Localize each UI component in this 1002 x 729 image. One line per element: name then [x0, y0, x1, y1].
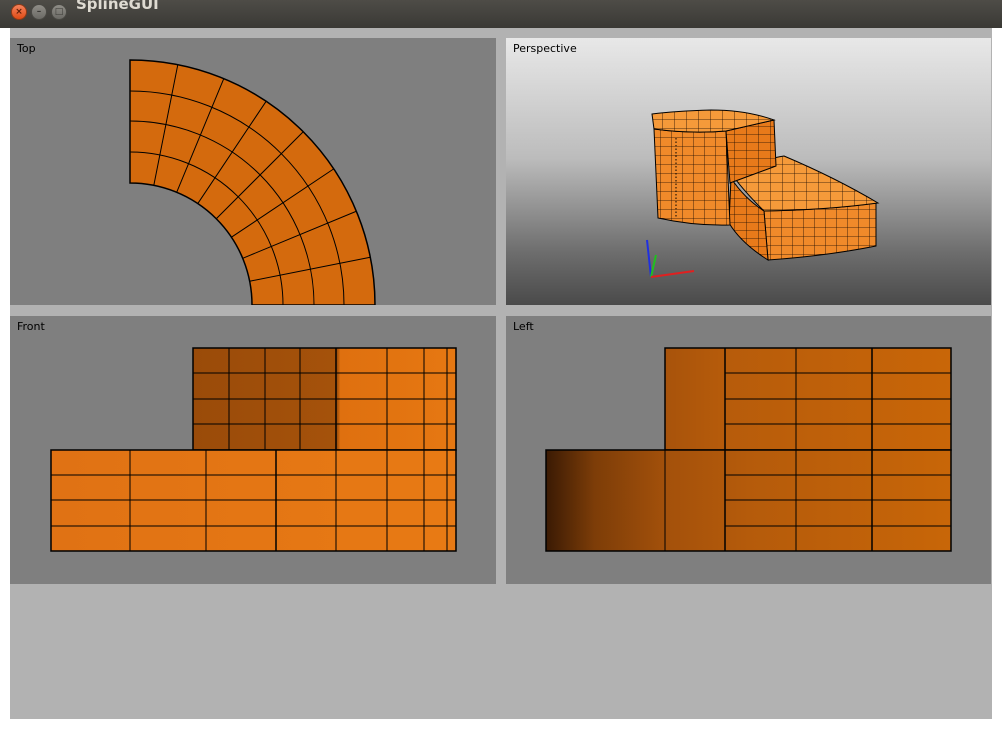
- viewport-label-front: Front: [17, 320, 45, 333]
- maximize-button[interactable]: □: [51, 4, 67, 20]
- viewport-label-left: Left: [513, 320, 534, 333]
- minimize-button[interactable]: –: [31, 4, 47, 20]
- perspective-view-canvas: [646, 109, 880, 278]
- persp-lower-front-face: [763, 202, 877, 261]
- app-client-area: Top Perspective Front Left: [10, 28, 992, 719]
- top-view-canvas: [129, 59, 376, 305]
- window-title: SplineGUI: [76, 0, 159, 13]
- title-bar[interactable]: × – □ SplineGUI: [0, 0, 1002, 28]
- viewport-label-perspective: Perspective: [513, 42, 577, 55]
- perspective-model: [651, 109, 880, 261]
- viewport-label-top: Top: [17, 42, 36, 55]
- persp-upper-front-face: [653, 128, 731, 226]
- maximize-icon: □: [54, 6, 64, 17]
- close-icon: ×: [15, 6, 23, 17]
- axis-y: [650, 254, 657, 278]
- left-view-mesh: [545, 347, 952, 552]
- left-view-canvas: [545, 347, 952, 552]
- front-view-mesh: [50, 347, 457, 552]
- minimize-icon: –: [36, 6, 42, 17]
- front-view-canvas: [50, 347, 457, 552]
- viewport-perspective[interactable]: Perspective: [506, 38, 991, 305]
- axis-z: [646, 239, 652, 278]
- axis-gizmo: [646, 239, 695, 278]
- axis-x: [650, 270, 695, 278]
- viewport-top[interactable]: Top: [10, 38, 496, 305]
- viewport-front[interactable]: Front: [10, 316, 496, 584]
- viewport-left[interactable]: Left: [506, 316, 991, 584]
- top-view-mesh: [129, 59, 376, 305]
- bottom-panel: [10, 585, 992, 719]
- close-button[interactable]: ×: [11, 4, 27, 20]
